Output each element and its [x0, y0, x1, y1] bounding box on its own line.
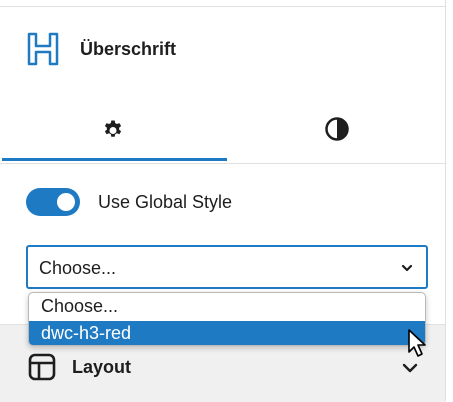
block-card: Überschrift	[0, 7, 445, 87]
dropdown-option-highlighted[interactable]: dwc-h3-red	[29, 321, 425, 345]
chevron-down-icon	[401, 264, 413, 272]
style-select-value: Choose...	[39, 258, 117, 278]
global-style-label: Use Global Style	[98, 191, 233, 212]
global-style-row: Use Global Style	[26, 188, 232, 216]
chevron-down-icon	[402, 363, 418, 373]
tab-styles[interactable]	[226, 98, 448, 160]
active-tab-indicator	[2, 158, 227, 161]
layout-icon	[28, 353, 56, 381]
half-circle-contrast-icon	[325, 117, 349, 141]
block-title: Überschrift	[80, 39, 177, 59]
mouse-pointer-icon	[408, 329, 426, 357]
style-select[interactable]: Choose...	[26, 245, 428, 289]
tab-settings[interactable]	[2, 98, 224, 160]
toggle-knob	[57, 193, 75, 211]
global-style-toggle[interactable]	[26, 188, 80, 216]
style-select-dropdown: Choose... dwc-h3-red	[28, 292, 426, 346]
gear-icon	[104, 120, 122, 137]
heading-block-icon	[27, 32, 59, 66]
tabs-divider	[0, 163, 445, 164]
sidebar-right-border	[445, 0, 446, 401]
inspector-tabs	[0, 98, 445, 162]
dropdown-option[interactable]: Choose...	[29, 294, 425, 319]
layout-panel-title: Layout	[72, 357, 132, 377]
